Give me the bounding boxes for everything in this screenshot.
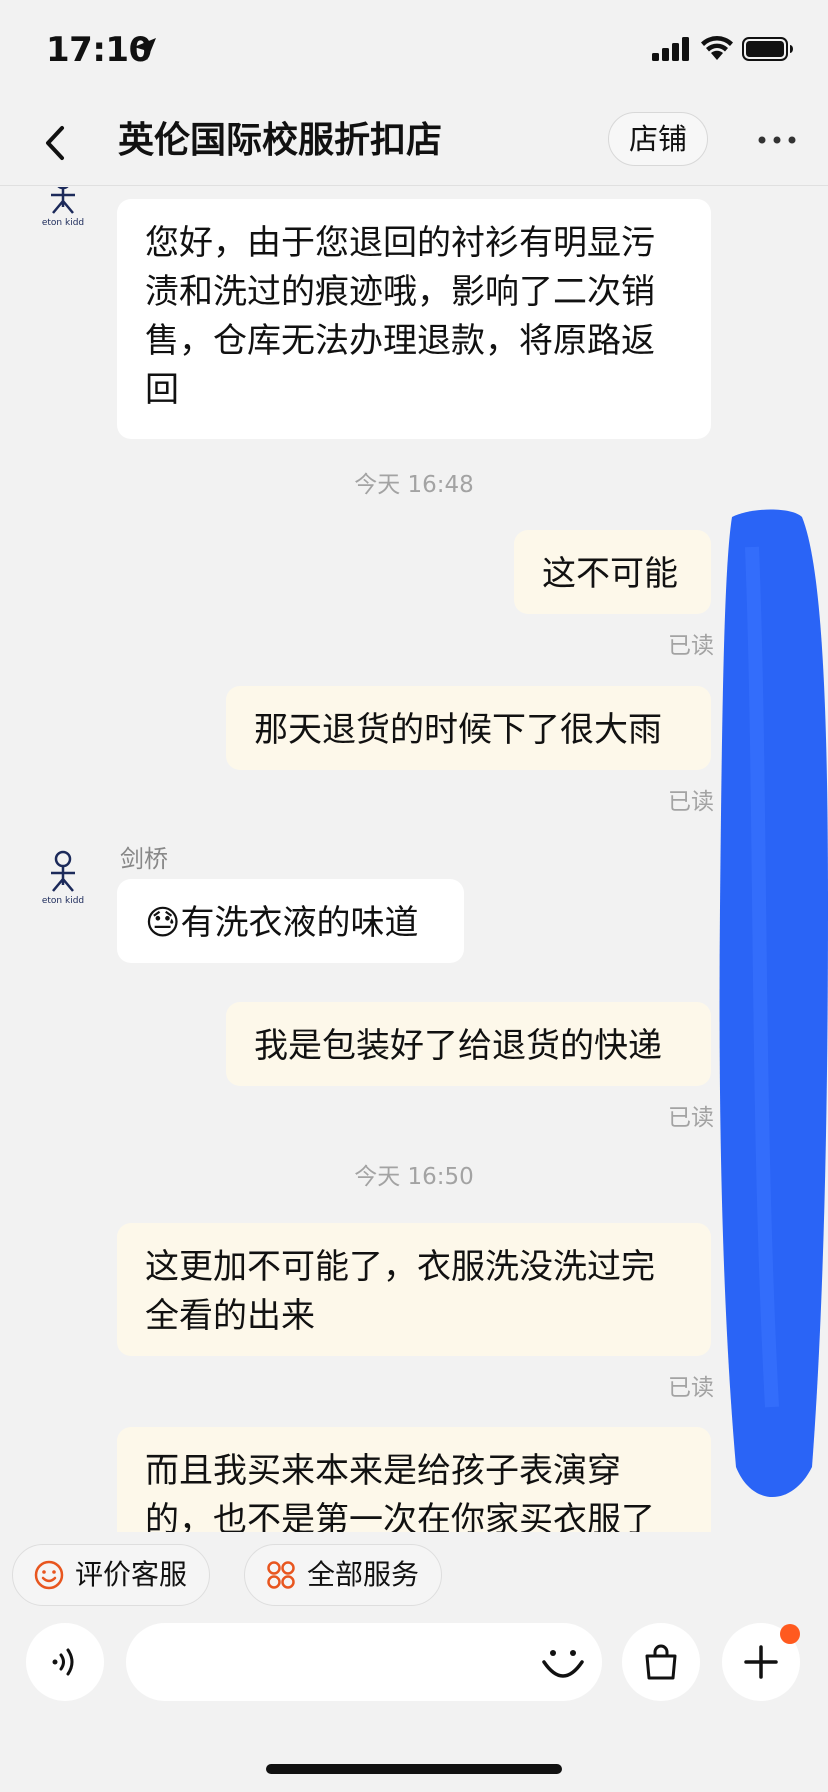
- plus-icon: [744, 1645, 778, 1679]
- all-services-label: 全部服务: [307, 1558, 420, 1591]
- read-receipt: 已读: [668, 1105, 714, 1131]
- input-bar: [0, 1608, 828, 1792]
- back-arrow-icon[interactable]: [36, 118, 76, 168]
- redaction-scribble: [719, 509, 828, 1497]
- timestamp-separator: 今天 16:50: [354, 1164, 474, 1190]
- store-button[interactable]: 店铺: [608, 112, 708, 166]
- notification-dot: [780, 1624, 800, 1644]
- more-options-icon[interactable]: [752, 120, 802, 160]
- message-bubble-outgoing[interactable]: 这不可能: [514, 530, 711, 614]
- smiley-icon: [34, 1560, 64, 1590]
- rate-service-button[interactable]: 评价客服: [12, 1544, 211, 1606]
- message-bubble-outgoing[interactable]: 而且我买来本来是给孩子表演穿的，也不是第一次在你家买衣服了: [117, 1427, 711, 1532]
- read-receipt: 已读: [668, 1375, 714, 1401]
- rate-service-label: 评价客服: [75, 1558, 188, 1591]
- chat-message-list[interactable]: eton kidd 您好，由于您退回的衬衫有明显污渍和洗过的痕迹哦，影响了二次销…: [0, 187, 828, 1532]
- message-bubble-outgoing[interactable]: 我是包装好了给退货的快递: [226, 1002, 711, 1086]
- message-bubble-incoming[interactable]: 您好，由于您退回的衬衫有明显污渍和洗过的痕迹哦，影响了二次销售，仓库无法办理退款…: [117, 199, 711, 439]
- voice-input-button[interactable]: [26, 1623, 104, 1701]
- timestamp-separator: 今天 16:48: [354, 472, 474, 498]
- message-input[interactable]: [126, 1623, 602, 1701]
- grid-services-icon: [267, 1561, 295, 1589]
- message-bubble-outgoing[interactable]: 那天退货的时候下了很大雨: [226, 686, 711, 770]
- voice-icon: [52, 1648, 74, 1676]
- svg-text:eton kidd: eton kidd: [42, 218, 84, 228]
- status-bar: 17:10: [0, 0, 828, 100]
- battery-icon: [742, 37, 793, 61]
- message-text: 有洗衣液的味道: [180, 903, 419, 943]
- product-bag-button[interactable]: [622, 1623, 700, 1701]
- chat-header: 英伦国际校服折扣店 店铺: [0, 100, 828, 186]
- message-bubble-outgoing[interactable]: 这更加不可能了，衣服洗没洗过完全看的出来: [117, 1223, 711, 1356]
- cellular-signal-icon: [652, 37, 689, 61]
- svg-text:eton kidd: eton kidd: [42, 896, 84, 906]
- read-receipt: 已读: [668, 633, 714, 659]
- service-bar: 评价客服 全部服务: [0, 1532, 828, 1608]
- sender-name: 剑桥: [120, 845, 168, 873]
- shop-avatar[interactable]: eton kidd: [36, 187, 90, 233]
- read-receipt: 已读: [668, 789, 714, 815]
- wifi-icon: [701, 36, 733, 60]
- location-arrow-icon: [134, 38, 156, 60]
- sweat-emoji: 😓: [145, 903, 181, 943]
- page-title: 英伦国际校服折扣店: [118, 120, 443, 161]
- shopping-bag-icon: [645, 1644, 677, 1680]
- message-bubble-incoming[interactable]: 😓有洗衣液的味道: [117, 879, 464, 963]
- emoji-button-icon[interactable]: [538, 1638, 588, 1688]
- home-indicator: [266, 1764, 562, 1774]
- shop-avatar[interactable]: eton kidd: [36, 847, 90, 911]
- all-services-button[interactable]: 全部服务: [244, 1544, 443, 1606]
